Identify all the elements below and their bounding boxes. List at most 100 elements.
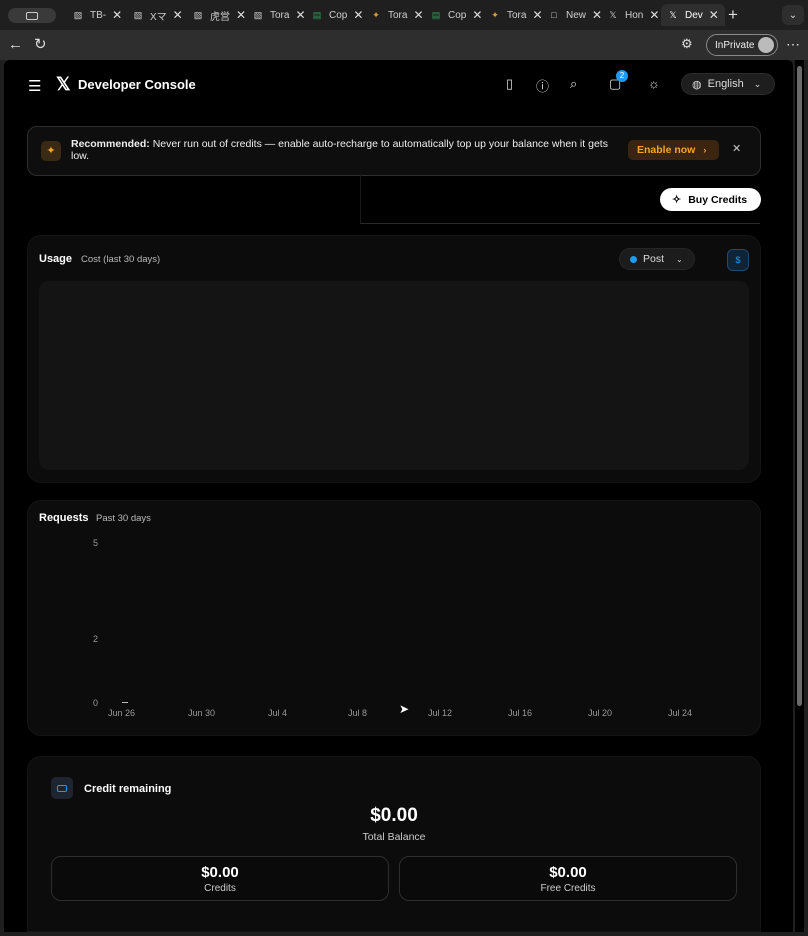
tab-actions-chevron-icon[interactable]: ⌄ (782, 5, 804, 25)
extensions-icon[interactable]: ⚙ (681, 36, 693, 52)
tab-label: Tora (507, 9, 527, 21)
tab-label: Tora (388, 9, 408, 21)
browser-tab[interactable]: ✦ Tora ✕ (370, 5, 423, 25)
close-tab-icon[interactable]: ✕ (112, 8, 122, 22)
close-icon[interactable]: ✕ (732, 142, 741, 155)
tab-label: Dev (685, 9, 703, 21)
tab-label: 虎営 (210, 11, 230, 23)
usage-title: Usage (39, 253, 73, 265)
browser-tab[interactable]: ✦ Tora ✕ (489, 5, 542, 25)
page-icon: ▧ (73, 9, 83, 20)
banner-message: Never run out of credits — enable auto-r… (71, 138, 608, 162)
x-tick-label: Jun 26 (108, 708, 136, 718)
browser-toolbar: ← ↻ ⚙ (0, 30, 808, 60)
close-tab-icon[interactable]: ✕ (592, 8, 602, 22)
credits-label: Credits (204, 883, 236, 894)
close-tab-icon[interactable]: ✕ (353, 8, 363, 22)
close-tab-icon[interactable]: ✕ (413, 8, 423, 22)
requests-title: Requests (39, 512, 89, 524)
language-label: English (707, 78, 744, 90)
inprivate-label: InPrivate (715, 39, 755, 51)
x-tick-label: Jul 4 (268, 708, 288, 718)
app-icon: ✦ (491, 9, 499, 20)
x-tick-label: Jul 20 (588, 708, 613, 718)
workspaces-button[interactable] (8, 8, 56, 23)
close-tab-icon[interactable]: ✕ (236, 8, 246, 22)
x-logo-icon[interactable]: 𝕏 (56, 74, 71, 95)
info-icon[interactable]: ⓘ (536, 76, 549, 95)
new-tab-icon: □ (551, 10, 557, 20)
language-select[interactable]: ◍ English ⌄ (681, 73, 775, 95)
page-content: ☰ 𝕏 Developer Console ▯ ⓘ ⌕ ▢ 2 ☼ ◍ Engli… (4, 60, 793, 932)
close-tab-icon[interactable]: ✕ (532, 8, 542, 22)
browser-tab[interactable]: 𝕏 Hon ✕ (607, 5, 659, 25)
x-tick-label: Jul 12 (428, 708, 453, 718)
banner-strong: Recommended: (71, 138, 150, 150)
close-tab-icon[interactable]: ✕ (472, 8, 482, 22)
filter-label: Post (643, 253, 665, 265)
credits-value: $0.00 (201, 864, 239, 881)
divider (360, 174, 361, 224)
sparkle-icon: ✦ (41, 141, 61, 161)
tab-label: Cop (448, 9, 467, 21)
back-arrow-icon[interactable]: ← (8, 36, 23, 53)
page-icon: ▧ (253, 9, 263, 20)
y-tick-label: 2 (93, 634, 99, 644)
dollar-icon[interactable]: $ (727, 249, 749, 271)
browser-tab[interactable]: ▧ TB- ✕ (72, 5, 122, 25)
scrollbar-thumb[interactable] (797, 66, 802, 706)
x-tick-label: Jul 16 (508, 708, 533, 718)
tab-label: Hon (625, 9, 644, 21)
buy-credits-button[interactable]: ✧ Buy Credits (660, 188, 761, 211)
browser-tab[interactable]: ▧ Tora ✕ (252, 5, 306, 25)
inprivate-badge[interactable]: InPrivate (706, 34, 778, 56)
buy-credits-label: Buy Credits (688, 193, 748, 206)
browser-tab[interactable]: ▧ Xマ ✕ (132, 5, 183, 25)
docs-book-icon[interactable]: ▯ (506, 76, 513, 92)
spreadsheet-icon: ▤ (312, 9, 322, 20)
divider (360, 223, 760, 224)
requests-bar (122, 702, 128, 703)
tab-label: Xマ (150, 11, 167, 23)
browser-tab[interactable]: □ New ✕ (548, 5, 602, 25)
total-balance-value: $0.00 (370, 805, 418, 826)
browser-tab[interactable]: ▧ 虎営 ✕ (192, 5, 246, 25)
browser-tab-bar: ▧ TB- ✕ ▧ Xマ ✕ ▧ 虎営 ✕ ▧ Tora ✕ ▤ Cop ✕ ✦ Tora ✕ ▤ Cop… (0, 0, 808, 30)
enable-now-label: Enable now (637, 144, 696, 156)
chevron-down-icon: ⌄ (753, 78, 762, 89)
y-tick-label: 0 (93, 698, 99, 708)
browser-tab[interactable]: ▤ Cop ✕ (311, 5, 364, 25)
x-tick-label: Jun 30 (188, 708, 216, 718)
browser-tab[interactable]: ▤ Cop ✕ (430, 5, 483, 25)
scrollbar[interactable] (795, 60, 804, 932)
theme-sun-icon[interactable]: ☼ (648, 76, 660, 91)
search-icon[interactable]: ⌕ (570, 76, 577, 92)
app-header: ☰ 𝕏 Developer Console ▯ ⓘ ⌕ ▢ 2 ☼ ◍ Engli… (4, 60, 793, 110)
auto-recharge-banner: ✦ Recommended: Never run out of credits … (27, 126, 761, 176)
usage-subtitle: Cost (last 30 days) (81, 254, 161, 265)
free-credits-value: $0.00 (549, 864, 587, 881)
globe-icon: ◍ (692, 78, 702, 91)
close-tab-icon[interactable]: ✕ (173, 8, 183, 22)
x-tick-label: Jul 24 (668, 708, 693, 718)
close-tab-icon[interactable]: ✕ (649, 8, 659, 22)
enable-now-button[interactable]: Enable now › (628, 140, 719, 160)
close-tab-icon[interactable]: ✕ (709, 8, 719, 22)
workspace-icon (26, 11, 38, 20)
tab-label: Tora (270, 9, 290, 21)
browser-tab-active[interactable]: 𝕏 Dev ✕ (661, 4, 725, 26)
reload-icon[interactable]: ↻ (34, 35, 47, 53)
x-logo-icon: 𝕏 (609, 9, 617, 20)
status-dot (630, 255, 637, 263)
page-title: Developer Console (78, 77, 196, 92)
notification-badge: 2 (616, 70, 628, 82)
mouse-cursor: ➤ (399, 702, 410, 716)
free-credits-label: Free Credits (540, 883, 596, 894)
menu-icon[interactable]: ☰ (28, 77, 41, 95)
credit-title: Credit remaining (84, 783, 172, 795)
more-options-icon[interactable]: ⋯ (786, 36, 800, 53)
new-tab-button[interactable]: + (728, 5, 738, 25)
chevron-down-icon: ⌄ (676, 254, 683, 264)
post-filter-select[interactable]: Post ⌄ (619, 248, 695, 270)
close-tab-icon[interactable]: ✕ (295, 8, 305, 22)
